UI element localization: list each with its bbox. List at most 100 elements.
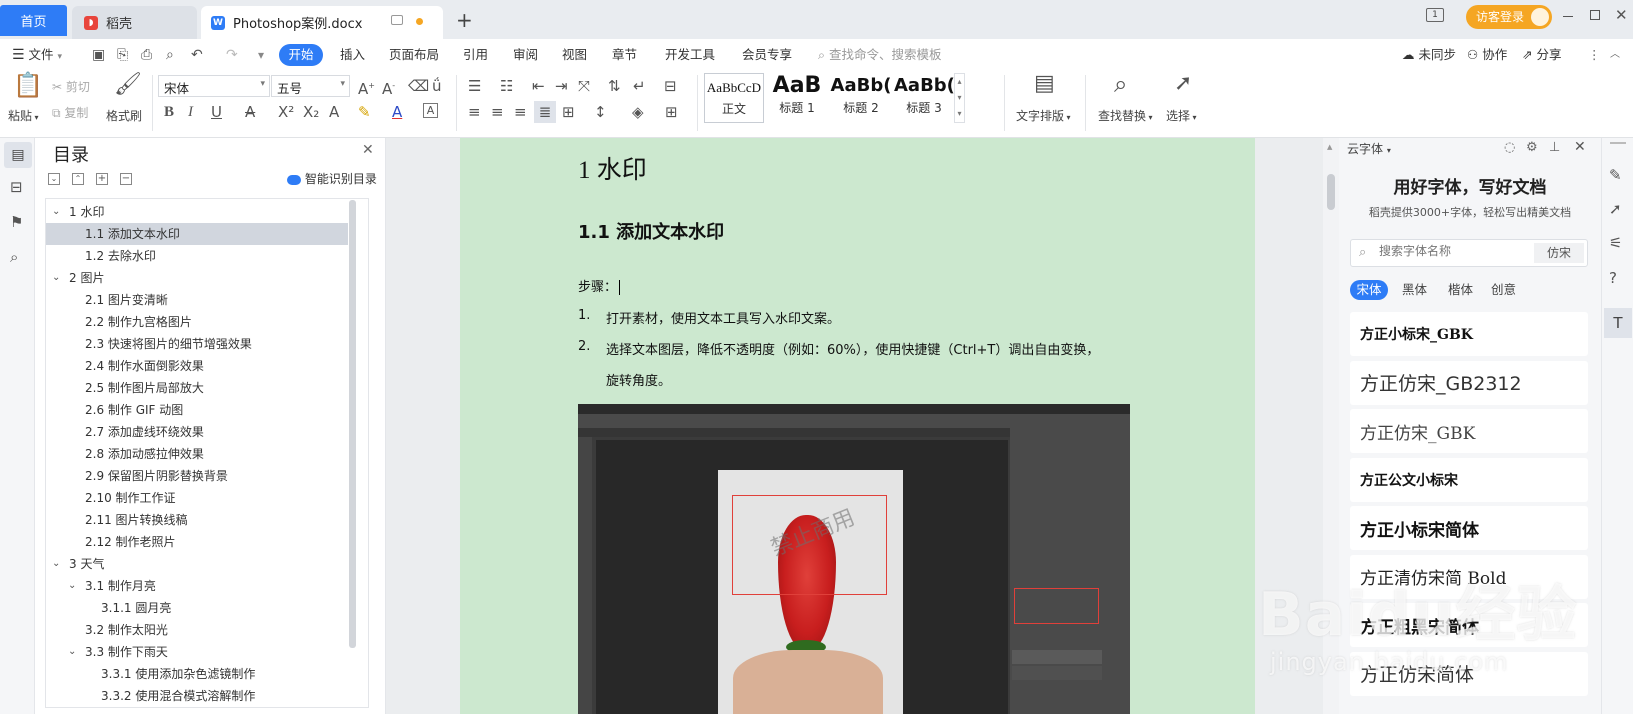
- cloud-font-dropdown[interactable]: 云字体 ▾: [1347, 140, 1391, 157]
- toc-item[interactable]: 1.2 去除水印: [46, 245, 348, 267]
- chapter-nav-icon[interactable]: ⊟: [10, 178, 23, 196]
- toc-item[interactable]: 2.2 制作九宫格图片: [46, 311, 348, 333]
- align-right-icon[interactable]: ≡: [514, 103, 527, 121]
- italic-icon[interactable]: I: [188, 103, 193, 121]
- chevron-down-icon[interactable]: ⌄: [52, 553, 60, 575]
- toc-item[interactable]: ⌄ 3 天气: [46, 553, 348, 575]
- scroll-thumb[interactable]: [1327, 174, 1335, 210]
- document-page[interactable]: 1 水印 1.1 添加文本水印 步骤： 1. 打开素材，使用文本工具写入水印文案…: [460, 138, 1255, 714]
- print-preview-icon[interactable]: ⌕: [166, 45, 174, 65]
- sync-status[interactable]: ☁ 未同步: [1402, 45, 1456, 65]
- tab-home[interactable]: 首页: [0, 5, 67, 36]
- toc-item[interactable]: 2.3 快速将图片的细节增强效果: [46, 333, 348, 355]
- find-replace-icon[interactable]: ⌕: [1114, 72, 1127, 96]
- menu-tab-start[interactable]: 开始: [279, 44, 323, 66]
- notification-badge[interactable]: 1: [1426, 8, 1444, 22]
- sort-icon[interactable]: ⇅: [608, 77, 621, 95]
- select-cursor-icon[interactable]: ➚: [1609, 200, 1622, 218]
- style-heading-3[interactable]: AaBb( 标题 3: [894, 73, 954, 123]
- toc-item[interactable]: ⌄ 1 水印: [46, 201, 348, 223]
- embedded-screenshot[interactable]: 禁止商用: [578, 404, 1130, 714]
- smart-toc-button[interactable]: 智能识别目录: [287, 170, 377, 187]
- toc-item[interactable]: 2.7 添加虚线环绕效果: [46, 421, 348, 443]
- redo-icon[interactable]: ↷: [226, 45, 238, 65]
- char-border-icon[interactable]: A: [423, 103, 438, 118]
- highlight-icon[interactable]: ✎: [358, 103, 371, 121]
- clear-format-icon[interactable]: ⌫: [408, 77, 429, 95]
- subscript-icon[interactable]: X₂: [303, 103, 319, 121]
- numbered-list-icon[interactable]: ☷: [500, 77, 513, 95]
- toc-item[interactable]: 3.3.2 使用混合模式溶解制作: [46, 685, 348, 707]
- style-heading-2[interactable]: AaBb( 标题 2: [830, 73, 892, 123]
- style-heading-1[interactable]: AaB 标题 1: [766, 73, 828, 123]
- maximize-icon[interactable]: [1590, 10, 1600, 20]
- font-color-icon[interactable]: A: [392, 103, 402, 121]
- tab-daoke[interactable]: ◗ 稻壳: [72, 6, 197, 39]
- superscript-icon[interactable]: X²: [278, 103, 294, 121]
- save-icon[interactable]: ▣: [92, 45, 105, 65]
- phonetic-guide-icon[interactable]: ǘ: [432, 77, 442, 95]
- format-painter-icon[interactable]: 🖌: [114, 74, 142, 96]
- close-icon[interactable]: ✕: [1574, 139, 1586, 155]
- collaborate-button[interactable]: ⚇ 协作: [1467, 45, 1507, 65]
- font-category-creative[interactable]: 创意: [1491, 280, 1516, 300]
- toc-item[interactable]: 3.1.1 圆月亮: [46, 597, 348, 619]
- window-icon[interactable]: [391, 15, 403, 25]
- undo-icon[interactable]: ↶: [191, 45, 203, 65]
- font-panel-icon[interactable]: T: [1604, 308, 1632, 338]
- chinese-layout-icon[interactable]: ⤧: [578, 77, 590, 95]
- toc-scrollbar[interactable]: [349, 200, 356, 648]
- style-normal[interactable]: AaBbCcD 正文: [704, 73, 764, 123]
- menu-tab-review[interactable]: 审阅: [513, 45, 538, 65]
- toc-item[interactable]: 2.9 保留图片阴影替换背景: [46, 465, 348, 487]
- add-heading-icon[interactable]: +: [96, 173, 108, 185]
- tab-document[interactable]: W Photoshop案例.docx: [201, 6, 443, 39]
- toc-item[interactable]: 2.6 制作 GIF 动图: [46, 399, 348, 421]
- help-icon[interactable]: ?: [1609, 269, 1617, 287]
- sliders-icon[interactable]: ⚟: [1609, 234, 1622, 252]
- toc-item[interactable]: ⌄ 3.1 制作月亮: [46, 575, 348, 597]
- file-menu[interactable]: ☰ 文件 ▾: [12, 45, 62, 65]
- underline-icon[interactable]: U: [211, 103, 222, 121]
- toc-item[interactable]: 2.8 添加动感拉伸效果: [46, 443, 348, 465]
- style-gallery-scroll[interactable]: ▴ ▾ ▾: [954, 73, 965, 123]
- select-button[interactable]: 选择 ▾: [1166, 107, 1197, 124]
- toc-item[interactable]: 3.3.1 使用添加杂色滤镜制作: [46, 663, 348, 685]
- font-category-hei[interactable]: 黑体: [1402, 280, 1427, 300]
- menu-tab-references[interactable]: 引用: [463, 45, 488, 65]
- share-button[interactable]: ⇗ 分享: [1522, 45, 1561, 65]
- chevron-down-icon[interactable]: ⌄: [68, 575, 76, 597]
- close-icon[interactable]: ✕: [362, 142, 374, 158]
- paste-icon[interactable]: 📋: [13, 73, 43, 97]
- paste-button[interactable]: 粘贴 ▾: [8, 107, 39, 124]
- select-cursor-icon[interactable]: ➚: [1174, 73, 1192, 95]
- text-layout-icon[interactable]: ▤: [1034, 73, 1055, 95]
- toc-item[interactable]: 2.10 制作工作证: [46, 487, 348, 509]
- scroll-up-icon[interactable]: ▲: [1327, 143, 1332, 151]
- menu-tab-developer[interactable]: 开发工具: [665, 45, 715, 65]
- chevron-down-icon[interactable]: ⌄: [68, 641, 76, 663]
- chevron-down-icon[interactable]: ⌄: [52, 267, 60, 289]
- expand-level-icon[interactable]: ⌃: [72, 173, 84, 185]
- pin-icon[interactable]: ⊥: [1549, 140, 1560, 155]
- strikethrough-icon[interactable]: A: [245, 103, 255, 121]
- show-marks-icon[interactable]: ↵: [633, 77, 646, 95]
- menu-tab-chapter[interactable]: 章节: [612, 45, 637, 65]
- collapse-ribbon-icon[interactable]: ︿: [1610, 45, 1620, 65]
- remove-heading-icon[interactable]: −: [120, 173, 132, 185]
- close-window-icon[interactable]: ✕: [1615, 6, 1628, 24]
- decrease-indent-icon[interactable]: ⇤: [532, 77, 545, 95]
- minimize-icon[interactable]: [1563, 16, 1573, 17]
- search-icon[interactable]: ⌕: [10, 248, 18, 266]
- font-search-tag[interactable]: 仿宋: [1534, 243, 1584, 263]
- toc-item[interactable]: 1.1 添加文本水印: [46, 223, 348, 245]
- print-icon[interactable]: ⎙: [141, 45, 152, 65]
- collapse-all-icon[interactable]: ⌄: [48, 173, 60, 185]
- toc-item[interactable]: ⌄ 3.3 制作下雨天: [46, 641, 348, 663]
- toc-item[interactable]: 2.12 制作老照片: [46, 531, 348, 553]
- more-quick-access-icon[interactable]: ▾: [258, 45, 264, 65]
- align-center-icon[interactable]: ≡: [491, 103, 504, 121]
- menu-tab-member[interactable]: 会员专享: [742, 45, 792, 65]
- cut-button[interactable]: ✂ 剪切: [52, 78, 90, 95]
- font-card[interactable]: 方正小标宋简体: [1350, 506, 1588, 550]
